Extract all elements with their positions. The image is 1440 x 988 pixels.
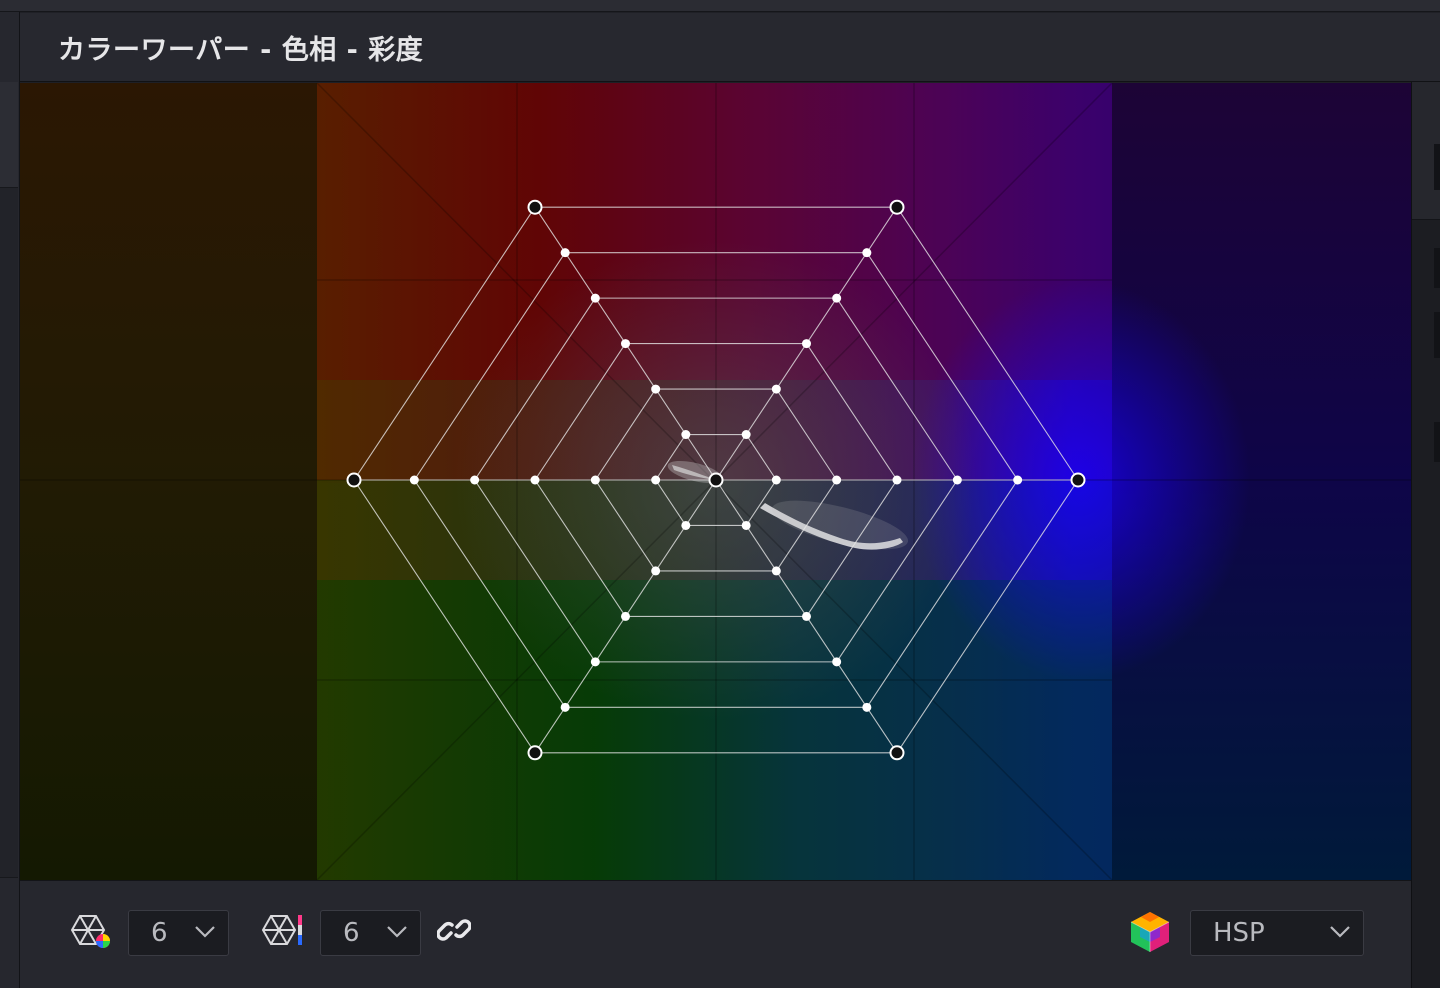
control-point[interactable] [409,475,419,485]
major-control-point[interactable] [889,745,905,761]
control-point[interactable] [1013,475,1023,485]
control-point[interactable] [651,384,661,394]
control-point[interactable] [590,657,600,667]
major-control-point[interactable] [708,472,724,488]
control-point[interactable] [862,248,872,258]
control-point[interactable] [802,339,811,349]
major-control-point[interactable] [1070,472,1086,488]
hue-sat-field [317,83,1250,880]
control-point[interactable] [621,339,630,349]
major-control-point[interactable] [889,199,905,215]
top-strip [0,0,1440,12]
control-point[interactable] [892,475,902,485]
warp-grid-svg[interactable] [20,83,1411,880]
control-point[interactable] [952,475,962,485]
link-icon[interactable] [437,911,471,949]
control-point[interactable] [862,702,872,712]
color-space-dropdown[interactable]: HSP [1190,910,1364,956]
footer-toolbar: 6 6 HSP [20,880,1411,988]
color-warper-window: カラーワーパー - 色相 - 彩度 6 6 HSP [0,0,1440,988]
right-rail-tab[interactable] [1434,248,1440,288]
sat-points-dropdown[interactable]: 6 [320,910,421,956]
control-point[interactable] [771,475,781,485]
control-point[interactable] [771,384,781,394]
control-point[interactable] [530,475,540,485]
panel-header: カラーワーパー - 色相 - 彩度 [20,13,1440,82]
control-point[interactable] [651,475,661,485]
control-point[interactable] [621,611,630,621]
chevron-down-icon [1330,926,1350,938]
control-point[interactable] [832,657,842,667]
saturation-grid-icon [261,915,302,945]
color-cube-icon [1130,912,1170,952]
right-rail [1411,82,1440,988]
control-point[interactable] [741,520,751,530]
left-rail [0,12,20,988]
control-point[interactable] [802,611,811,621]
control-point[interactable] [832,293,842,303]
chevron-down-icon [387,926,407,938]
control-point[interactable] [590,293,600,303]
major-control-point[interactable] [527,199,543,215]
control-point[interactable] [470,475,480,485]
hue-points-value: 6 [151,918,168,948]
control-point[interactable] [681,430,691,440]
panel-title: カラーワーパー - 色相 - 彩度 [58,34,424,66]
control-point[interactable] [771,566,781,576]
outer-region-left [20,83,317,880]
chevron-down-icon [195,926,215,938]
major-control-point[interactable] [527,745,543,761]
control-point[interactable] [741,430,751,440]
right-rail-tab[interactable] [1434,312,1440,358]
major-control-point[interactable] [346,472,362,488]
control-point[interactable] [590,475,600,485]
control-point[interactable] [560,248,570,258]
control-point[interactable] [560,702,570,712]
left-rail-segment [0,188,18,878]
hue-grid-icon [70,915,110,948]
right-rail-tab[interactable] [1434,144,1440,190]
right-rail-tab[interactable] [1434,422,1440,462]
warp-canvas[interactable] [20,83,1411,880]
control-point[interactable] [681,520,691,530]
hue-points-dropdown[interactable]: 6 [128,910,229,956]
control-point[interactable] [832,475,842,485]
sat-points-value: 6 [343,918,360,948]
left-rail-segment [0,82,18,188]
color-space-value: HSP [1213,918,1265,948]
control-point[interactable] [651,566,661,576]
